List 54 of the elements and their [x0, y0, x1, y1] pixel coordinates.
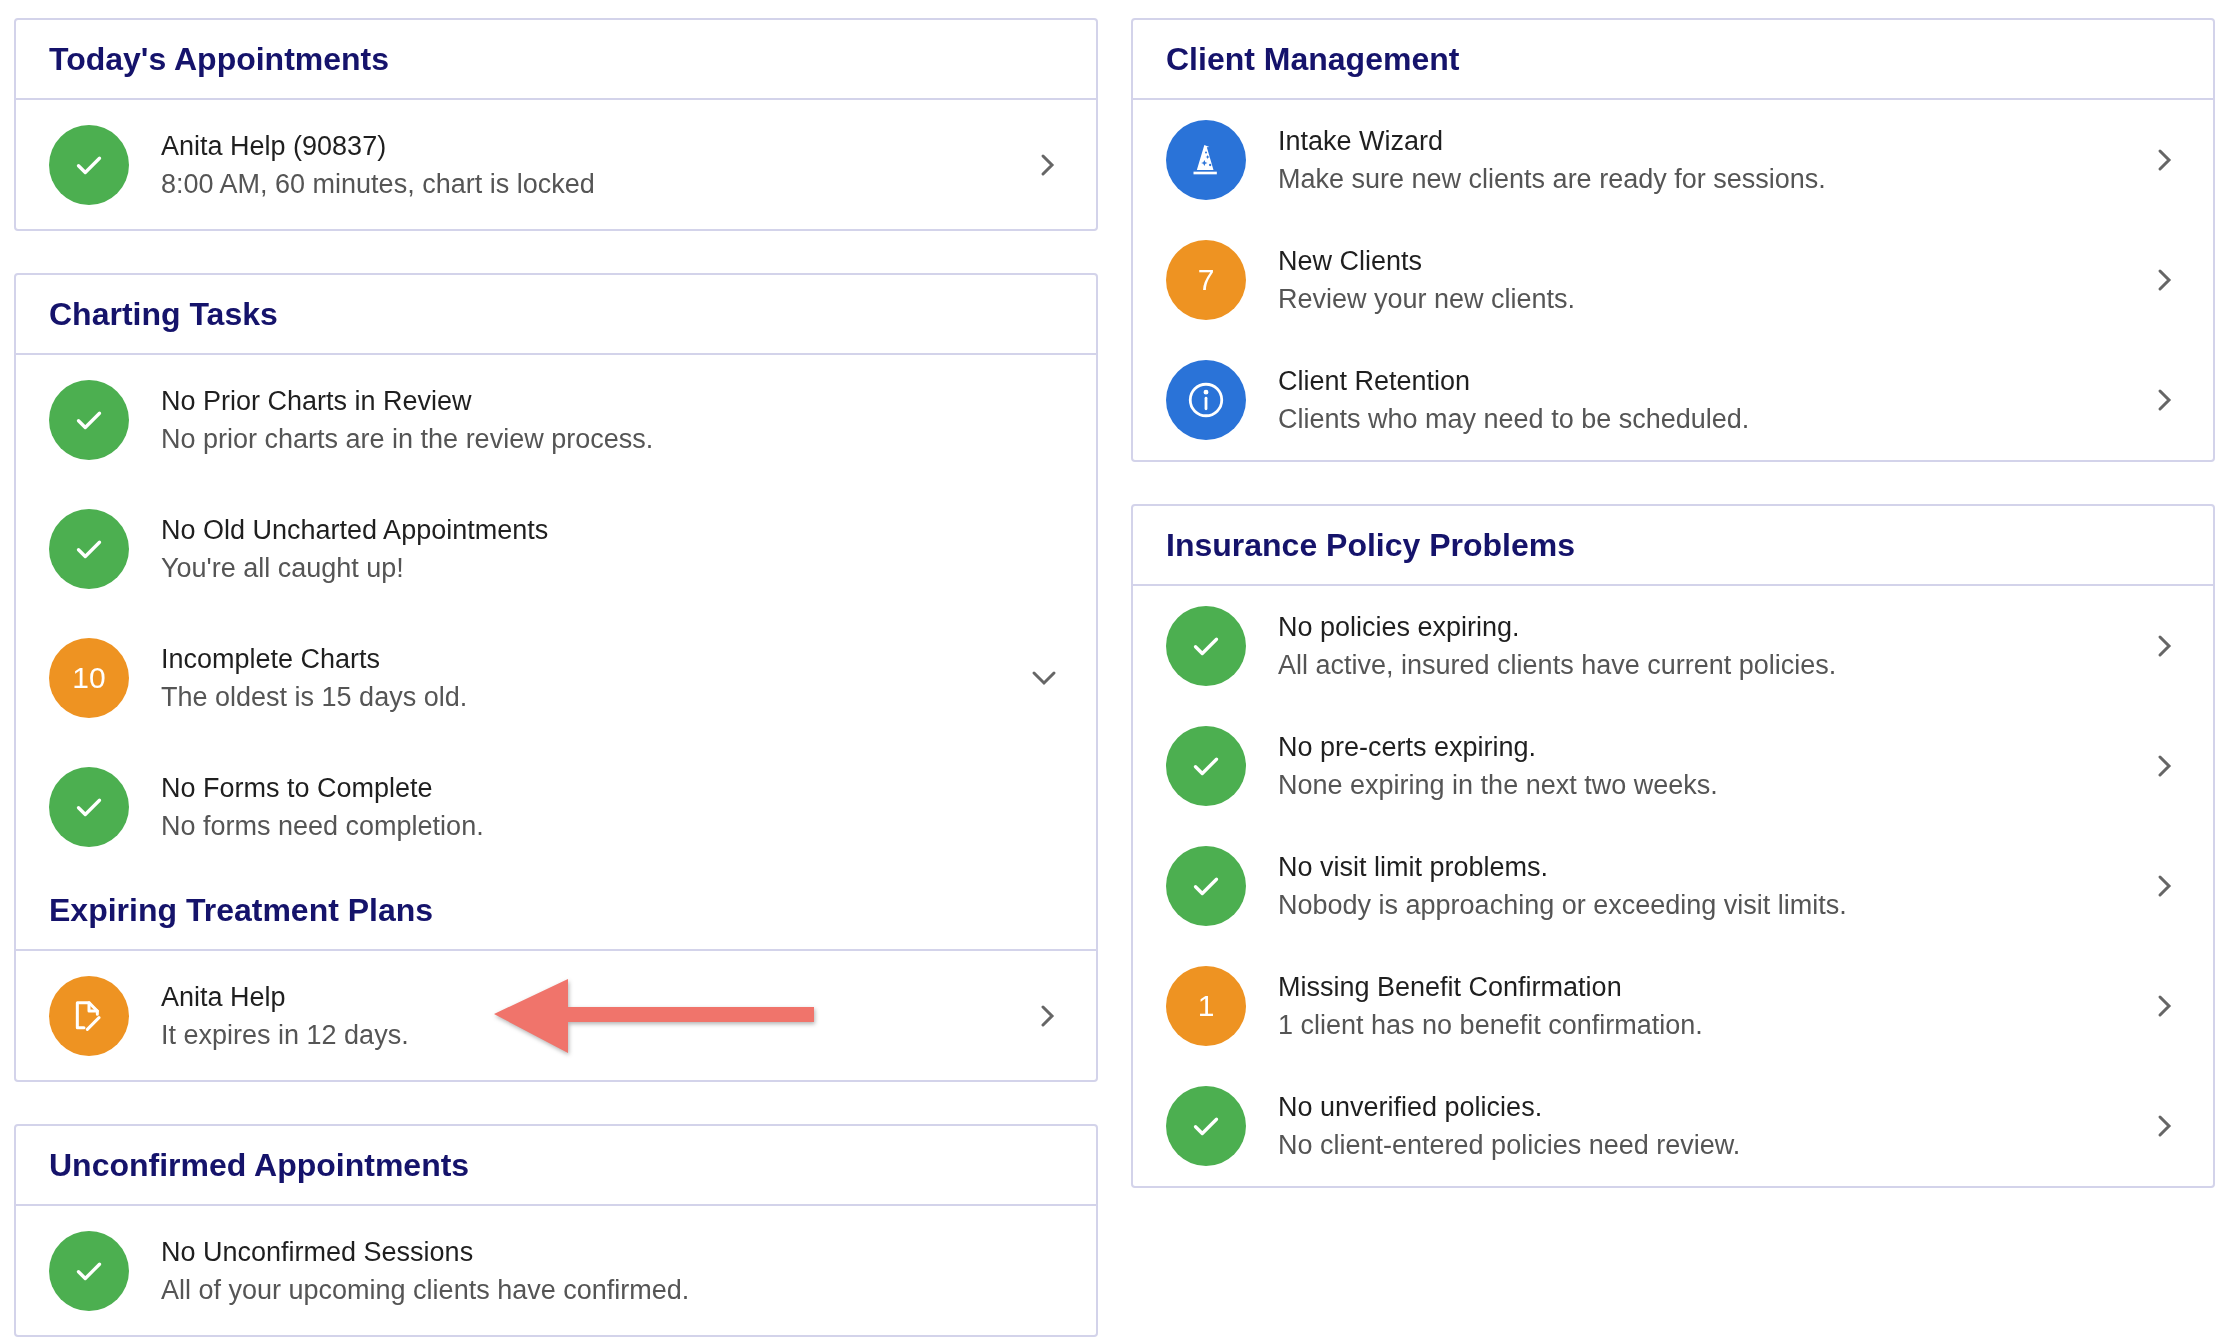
row-title: Anita Help	[161, 980, 287, 1014]
count-label: 1	[1197, 991, 1215, 1021]
section-heading: Client Management	[1166, 40, 1460, 79]
task-row[interactable]: Client Retention Clients who may need to be scheduled.	[1133, 340, 2213, 460]
section-heading: Today's Appointments	[49, 40, 390, 79]
count-label: 10	[72, 662, 106, 693]
row-subtitle: 8:00 AM, 60 minutes, chart is locked	[161, 167, 596, 201]
row-subtitle: Make sure new clients are ready for sessions.	[1278, 163, 1827, 196]
task-row[interactable]: No policies expiring. All active, insured clients have current policies.	[1133, 586, 2213, 706]
row-title: No Unconfirmed Sessions	[161, 1235, 475, 1269]
task-row[interactable]: No visit limit problems. Nobody is approaching or exceeding visit limits.	[1133, 826, 2213, 946]
row-title: Intake Wizard	[1278, 125, 1445, 158]
row-title: Missing Benefit Confirmation	[1278, 971, 1623, 1004]
task-row[interactable]: No Forms to Complete No forms need completion.	[16, 742, 1096, 871]
task-row[interactable]: 10 Incomplete Charts The oldest is 15 days old.	[16, 613, 1096, 742]
task-row[interactable]: No Old Uncharted Appointments You're all caught up!	[16, 484, 1096, 613]
task-row[interactable]: No Prior Charts in Review No prior charts are in the review process.	[16, 355, 1096, 484]
row-title: Client Retention	[1278, 365, 1472, 398]
section-heading: Expiring Treatment Plans	[49, 891, 434, 930]
row-subtitle: Review your new clients.	[1278, 283, 1577, 316]
row-subtitle: You're all caught up!	[161, 551, 405, 585]
task-row[interactable]: Anita Help (90837) 8:00 AM, 60 minutes, chart is locked	[16, 100, 1096, 229]
row-title: No Old Uncharted Appointments	[161, 513, 550, 547]
task-row[interactable]: Intake Wizard Make sure new clients are ready for sessions.	[1133, 100, 2213, 220]
row-title: Anita Help (90837)	[161, 129, 388, 163]
count-label: 7	[1197, 265, 1215, 295]
row-title: No unverified policies.	[1278, 1091, 1544, 1124]
task-row[interactable]: Anita Help It expires in 12 days.	[16, 951, 1096, 1080]
row-subtitle: No prior charts are in the review process.	[161, 422, 655, 456]
row-title: New Clients	[1278, 245, 1424, 278]
section-heading: Unconfirmed Appointments	[49, 1146, 470, 1185]
section-heading: Charting Tasks	[49, 295, 278, 334]
row-subtitle: The oldest is 15 days old.	[161, 680, 469, 714]
task-row[interactable]: No pre-certs expiring. None expiring in the next two weeks.	[1133, 706, 2213, 826]
task-row[interactable]: No Unconfirmed Sessions All of your upcoming clients have confirmed.	[16, 1206, 1096, 1335]
task-row[interactable]: 1 Missing Benefit Confirmation 1 client has no benefit confirmation.	[1133, 946, 2213, 1066]
row-subtitle: All active, insured clients have current policies.	[1278, 649, 1838, 682]
row-title: No visit limit problems.	[1278, 851, 1550, 884]
row-subtitle: Nobody is approaching or exceeding visit limits.	[1278, 889, 1848, 922]
row-title: Incomplete Charts	[161, 642, 382, 676]
row-subtitle: No forms need completion.	[161, 809, 485, 843]
row-subtitle: Clients who may need to be scheduled.	[1278, 403, 1751, 436]
section-heading: Insurance Policy Problems	[1166, 526, 1576, 565]
row-subtitle: No client-entered policies need review.	[1278, 1129, 1742, 1162]
row-title: No policies expiring.	[1278, 611, 1521, 644]
row-subtitle: None expiring in the next two weeks.	[1278, 769, 1719, 802]
row-title: No pre-certs expiring.	[1278, 731, 1538, 764]
row-subtitle: 1 client has no benefit confirmation.	[1278, 1009, 1704, 1042]
task-row[interactable]: 7 New Clients Review your new clients.	[1133, 220, 2213, 340]
row-subtitle: It expires in 12 days.	[161, 1018, 410, 1052]
row-title: No Forms to Complete	[161, 771, 434, 805]
row-title: No Prior Charts in Review	[161, 384, 473, 418]
task-row[interactable]: No unverified policies. No client-entered policies need review.	[1133, 1066, 2213, 1186]
row-subtitle: All of your upcoming clients have confirmed.	[161, 1273, 691, 1307]
